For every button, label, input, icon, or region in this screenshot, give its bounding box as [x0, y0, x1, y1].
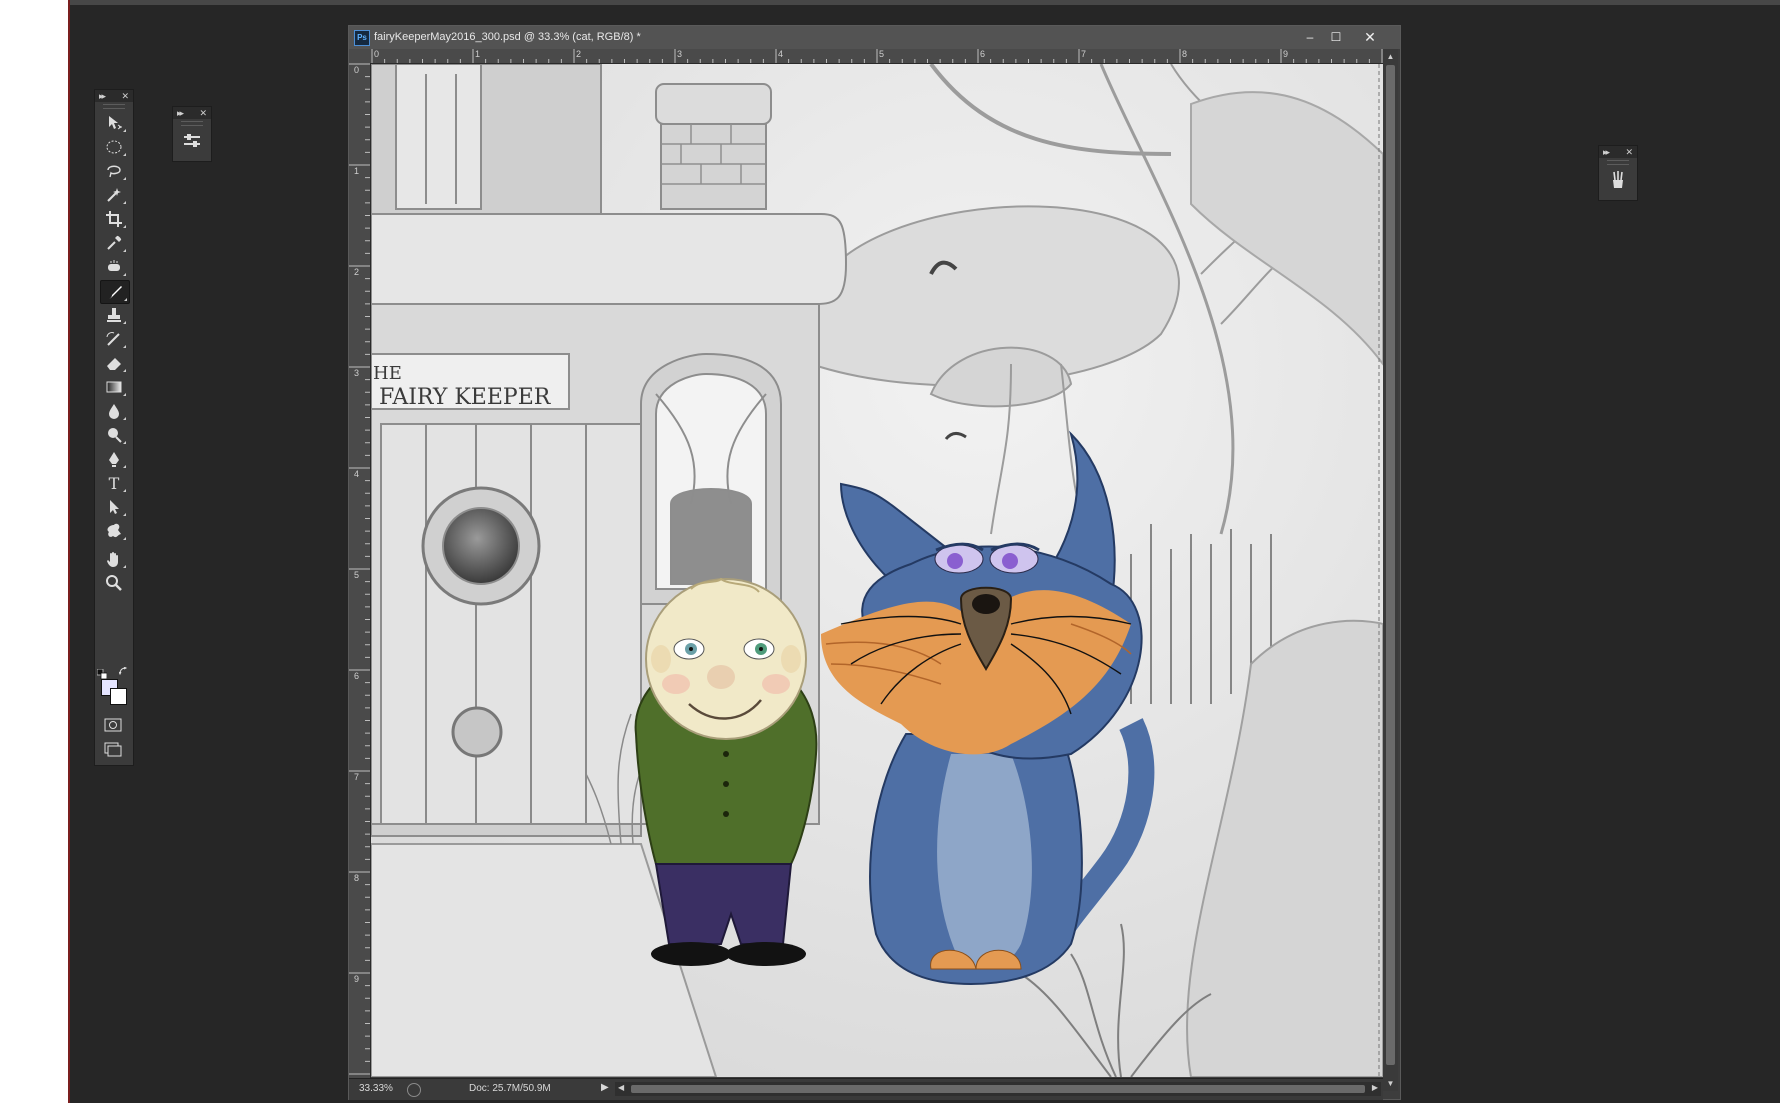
ruler-label: 8: [354, 873, 360, 883]
tools-panel: ▸▸ ✕ T: [94, 89, 134, 766]
document-titlebar[interactable]: Ps fairyKeeperMay2016_300.psd @ 33.3% (c…: [349, 26, 1400, 49]
vertical-scroll-thumb[interactable]: [1386, 65, 1395, 1065]
custom-shape-tool-icon[interactable]: [100, 520, 128, 542]
scroll-left-arrow-icon[interactable]: ◀: [618, 1083, 624, 1092]
eyedropper-tool-icon[interactable]: [100, 232, 128, 254]
maximize-button[interactable]: ☐: [1325, 28, 1347, 46]
horizontal-ruler[interactable]: 0 1 2 3 4 5 6 7 8 9: [371, 49, 1383, 64]
tools-panel-header[interactable]: ▸▸ ✕: [95, 90, 133, 102]
artwork-illustration: HE FAIRY KEEPER: [371, 64, 1383, 1077]
ruler-label: 3: [354, 368, 360, 378]
ruler-label: 5: [354, 570, 360, 580]
ruler-label: 1: [475, 49, 481, 59]
tools-panel-close-icon[interactable]: ✕: [121, 90, 129, 102]
minimize-button[interactable]: –: [1299, 28, 1321, 46]
status-menu-arrow-icon[interactable]: ▶: [601, 1082, 609, 1093]
photoshop-logo-icon: Ps: [354, 30, 370, 46]
left-window-edge: [0, 0, 68, 1103]
type-tool-icon[interactable]: T: [100, 472, 128, 494]
default-colors-icon[interactable]: [96, 666, 108, 680]
adjustments-panel-close-icon[interactable]: ✕: [199, 107, 207, 119]
ruler-label: 1: [354, 166, 360, 176]
left-accent-border: [68, 0, 70, 1103]
ruler-label: 2: [576, 49, 582, 59]
top-menu-strip: [70, 0, 1780, 5]
crop-tool-icon[interactable]: [100, 208, 128, 230]
quick-mask-icon[interactable]: [104, 718, 122, 732]
brush-presets-icon[interactable]: [1608, 170, 1628, 190]
adjustments-panel: ▸▸ ✕: [172, 106, 212, 162]
ruler-label: 0: [354, 65, 360, 75]
history-brush-tool-icon[interactable]: [100, 328, 128, 350]
document-canvas[interactable]: HE FAIRY KEEPER: [371, 64, 1383, 1077]
hand-tool-icon[interactable]: [100, 548, 128, 570]
brush-presets-panel-close-icon[interactable]: ✕: [1625, 146, 1633, 158]
ruler-label: 2: [354, 267, 360, 277]
adjustments-panel-header[interactable]: ▸▸ ✕: [173, 107, 211, 119]
ruler-label: 4: [354, 469, 360, 479]
path-selection-tool-icon[interactable]: [100, 496, 128, 518]
elliptical-marquee-tool-icon[interactable]: [100, 136, 128, 158]
ruler-label: 6: [980, 49, 986, 59]
document-window: Ps fairyKeeperMay2016_300.psd @ 33.3% (c…: [348, 25, 1401, 1100]
brush-presets-panel-header[interactable]: ▸▸ ✕: [1599, 146, 1637, 158]
background-color-swatch[interactable]: [110, 688, 127, 705]
document-title: fairyKeeperMay2016_300.psd @ 33.3% (cat,…: [374, 31, 641, 43]
spot-healing-tool-icon[interactable]: [100, 256, 128, 278]
eraser-tool-icon[interactable]: [100, 352, 128, 374]
horizontal-scroll-thumb[interactable]: [631, 1085, 1365, 1093]
screen-mode-icon[interactable]: [104, 742, 122, 758]
ruler-label: 0: [374, 49, 380, 59]
brush-presets-panel-collapse-icon[interactable]: ▸▸: [1603, 146, 1610, 158]
adjustments-panel-grip[interactable]: [181, 121, 203, 126]
brush-presets-panel-grip[interactable]: [1607, 160, 1629, 165]
magic-wand-tool-icon[interactable]: [100, 184, 128, 206]
ruler-label: 8: [1182, 49, 1188, 59]
zoom-level-field[interactable]: 33.33%: [359, 1083, 393, 1094]
scroll-right-arrow-icon[interactable]: ▶: [1372, 1083, 1378, 1092]
swap-colors-icon[interactable]: [118, 664, 129, 676]
brush-presets-panel: ▸▸ ✕: [1598, 145, 1638, 201]
scroll-down-arrow-icon[interactable]: ▼: [1385, 1078, 1396, 1089]
zoom-tool-icon[interactable]: [100, 572, 128, 594]
status-info-icon[interactable]: [407, 1083, 421, 1097]
horizontal-scrollbar[interactable]: ◀ ▶: [615, 1082, 1381, 1096]
move-tool-icon[interactable]: [100, 112, 128, 134]
document-status-bar: 33.33% Doc: 25.7M/50.9M ▶ ◀ ▶: [349, 1078, 1383, 1100]
close-button[interactable]: ✕: [1359, 28, 1381, 46]
dodge-tool-icon[interactable]: [100, 424, 128, 446]
clone-stamp-tool-icon[interactable]: [100, 304, 128, 326]
ruler-label: 6: [354, 671, 360, 681]
sign-text-line1: HE: [373, 363, 402, 384]
brush-tool-icon[interactable]: [100, 280, 130, 304]
ruler-label: 4: [778, 49, 784, 59]
ruler-label: 9: [354, 974, 360, 984]
pen-tool-icon[interactable]: [100, 448, 128, 470]
tools-panel-collapse-icon[interactable]: ▸▸: [99, 90, 106, 102]
adjustments-panel-collapse-icon[interactable]: ▸▸: [177, 107, 184, 119]
ruler-label: 3: [677, 49, 683, 59]
blur-tool-icon[interactable]: [100, 400, 128, 422]
ruler-label: 5: [879, 49, 885, 59]
ruler-label: 9: [1283, 49, 1289, 59]
ruler-origin[interactable]: [349, 49, 372, 64]
lasso-tool-icon[interactable]: [100, 160, 128, 182]
gradient-tool-icon[interactable]: [100, 376, 128, 398]
ruler-label: 7: [354, 772, 360, 782]
vertical-ruler[interactable]: 0 1 2 3 4 5 6 7 8 9: [349, 63, 371, 1091]
scroll-up-arrow-icon[interactable]: ▲: [1385, 51, 1396, 62]
document-size-info: Doc: 25.7M/50.9M: [469, 1083, 551, 1094]
vertical-scrollbar[interactable]: ▲ ▼: [1383, 49, 1398, 1091]
tools-panel-grip[interactable]: [103, 104, 125, 109]
adjustments-icon[interactable]: [182, 131, 202, 151]
sign-text-line2: FAIRY KEEPER: [379, 385, 552, 410]
ruler-label: 7: [1081, 49, 1087, 59]
